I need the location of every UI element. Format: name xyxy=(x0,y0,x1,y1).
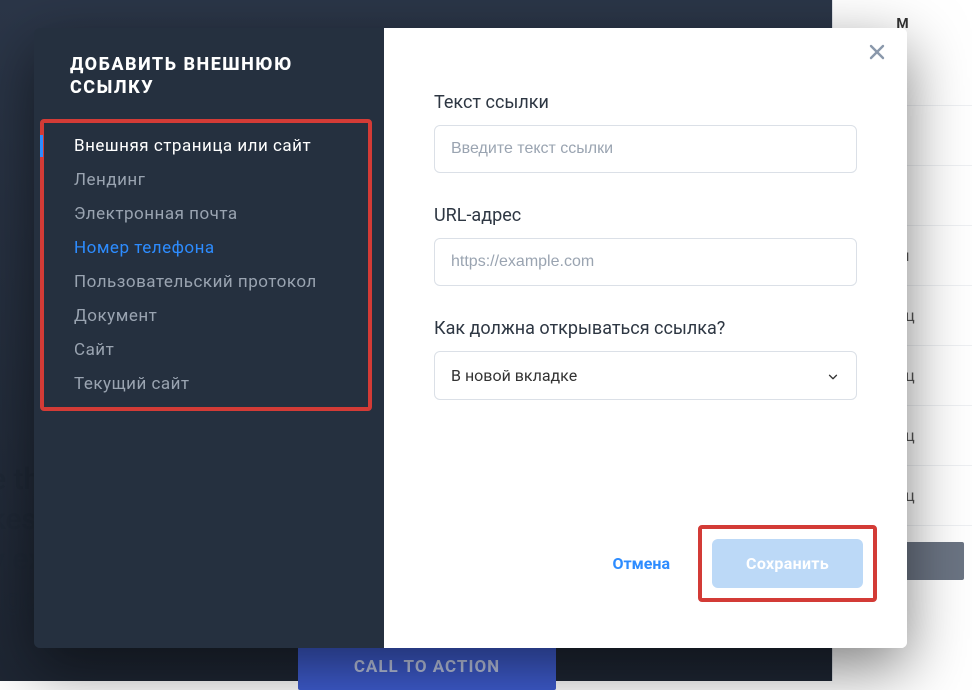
option-landing[interactable]: Лендинг xyxy=(46,163,366,197)
open-mode-label: Как должна открываться ссылка? xyxy=(434,318,857,339)
modal-form-panel: Текст ссылки URL-адрес Как должна открыв… xyxy=(384,28,907,648)
option-site[interactable]: Сайт xyxy=(46,333,366,367)
url-label: URL-адрес xyxy=(434,205,857,226)
save-button[interactable]: Сохранить xyxy=(712,539,863,588)
modal-sidebar: ДОБАВИТЬ ВНЕШНЮЮ ССЫЛКУ Внешняя страница… xyxy=(34,28,384,648)
option-email[interactable]: Электронная почта xyxy=(46,197,366,231)
annotation-highlight-save: Сохранить xyxy=(698,525,877,602)
annotation-highlight-options: Внешняя страница или сайт Лендинг Электр… xyxy=(40,119,372,411)
option-custom-protocol[interactable]: Пользовательский протокол xyxy=(46,265,366,299)
close-icon[interactable] xyxy=(865,40,889,64)
open-mode-select[interactable]: В новой вкладке xyxy=(434,351,857,400)
cta-button[interactable]: CALL TO ACTION xyxy=(298,644,556,690)
open-mode-value: В новой вкладке xyxy=(451,366,577,385)
modal-title: ДОБАВИТЬ ВНЕШНЮЮ ССЫЛКУ xyxy=(40,52,378,119)
url-input[interactable] xyxy=(434,238,857,286)
chevron-down-icon xyxy=(826,369,840,383)
option-document[interactable]: Документ xyxy=(46,299,366,333)
link-text-input[interactable] xyxy=(434,125,857,173)
link-text-label: Текст ссылки xyxy=(434,92,857,113)
option-current-site[interactable]: Текущий сайт xyxy=(46,367,366,401)
add-external-link-modal: ДОБАВИТЬ ВНЕШНЮЮ ССЫЛКУ Внешняя страница… xyxy=(34,28,907,648)
cancel-button[interactable]: Отмена xyxy=(608,544,674,583)
modal-footer: Отмена Сохранить xyxy=(608,525,877,602)
option-external-page[interactable]: Внешняя страница или сайт xyxy=(46,129,366,163)
option-phone[interactable]: Номер телефона xyxy=(46,231,366,265)
